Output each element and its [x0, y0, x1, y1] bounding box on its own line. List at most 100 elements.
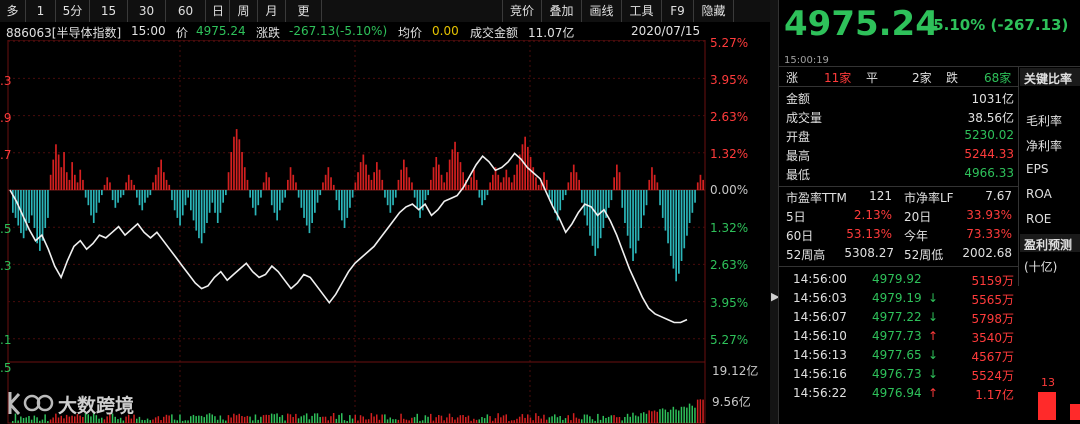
change-bar	[664, 190, 667, 231]
tick-price: 4979.19	[872, 291, 922, 305]
change-bar	[535, 177, 537, 190]
volume-bar	[144, 420, 146, 423]
change-bar	[518, 154, 521, 190]
volume-bar	[613, 415, 615, 423]
key-ratio-item[interactable]: ROE	[1026, 212, 1051, 226]
toolbar-item-7[interactable]: 周	[230, 0, 258, 22]
volume-bar	[257, 419, 259, 423]
tick-time: 14:56:10	[793, 329, 847, 343]
toolbar-item-0[interactable]: 多日	[0, 0, 26, 40]
toolbar-item-9[interactable]: 更多	[286, 0, 322, 40]
volume-bar	[626, 413, 629, 423]
change-bar	[160, 159, 162, 190]
ytd-label: 今年	[904, 229, 929, 243]
change-bar	[562, 190, 564, 201]
tick-time: 14:56:13	[793, 348, 847, 362]
toolbar-right-item-1[interactable]: 叠加	[542, 0, 582, 22]
change-bar	[497, 174, 500, 190]
change-bar	[354, 182, 357, 190]
volume-bar	[292, 417, 294, 423]
toolbar-item-8[interactable]: 月	[258, 0, 286, 22]
volume-bar	[198, 415, 200, 423]
tick-time: 14:56:07	[793, 310, 847, 324]
change-bar	[214, 190, 216, 213]
left-axis-tick: .3	[0, 74, 12, 88]
toolbar-item-2[interactable]: 5分	[56, 0, 90, 22]
volume-bar	[699, 399, 702, 423]
change-bar	[292, 174, 295, 190]
tick-volume: 3540万	[971, 331, 1014, 345]
intraday-chart[interactable]	[0, 40, 770, 424]
toolbar-right-item-4[interactable]: F9	[662, 0, 694, 22]
volume-bar	[446, 417, 448, 423]
change-bar	[30, 190, 33, 216]
change-bar	[486, 190, 489, 196]
tick-time: 14:56:03	[793, 291, 847, 305]
volume-bar	[335, 418, 338, 423]
key-ratio-item[interactable]: 净利率	[1026, 137, 1062, 154]
down-label: 跌	[946, 71, 959, 85]
change-bar	[319, 190, 322, 196]
change-bar	[149, 190, 152, 196]
toolbar-item-5[interactable]: 60分	[166, 0, 206, 40]
toolbar-item-1[interactable]: 1分	[26, 0, 56, 40]
toolbar-item-4[interactable]: 30分	[128, 0, 166, 40]
change-bar	[637, 190, 640, 241]
volume-bar	[400, 413, 402, 423]
change-bar	[419, 190, 421, 218]
volume-bar	[227, 415, 230, 423]
forecast-title: 盈利预测	[1024, 238, 1073, 252]
volume-bar	[680, 406, 683, 423]
pe-label: 市盈率TTM	[786, 191, 847, 205]
change-bar	[702, 179, 704, 190]
volume-bar	[222, 419, 224, 423]
change-bar	[381, 179, 384, 190]
volume-bar	[467, 415, 470, 423]
change-bar	[432, 167, 435, 190]
toolbar-right-item-0[interactable]: 竞价	[502, 0, 542, 22]
change-bar	[122, 190, 125, 196]
key-ratio-item[interactable]: EPS	[1026, 162, 1048, 176]
volume-bar	[462, 415, 464, 423]
tick-price: 4977.65	[872, 348, 922, 362]
change-bar	[640, 190, 642, 228]
panel-collapse-handle[interactable]: ▶	[770, 0, 779, 424]
key-ratio-item[interactable]: ROA	[1026, 187, 1052, 201]
stat-value: 5230.02	[964, 128, 1014, 142]
volume-bar	[559, 416, 561, 423]
volume-bar	[430, 413, 432, 423]
toolbar-right-item-5[interactable]: 隐藏	[694, 0, 734, 22]
change-bar	[316, 190, 319, 203]
toolbar-right-item-2[interactable]: 画线	[582, 0, 622, 22]
volume-bar	[659, 409, 661, 423]
change-bar	[136, 190, 138, 198]
toolbar-item-3[interactable]: 15分	[90, 0, 128, 40]
right-axis-pct-tick: 3.95%	[710, 296, 749, 310]
watermark-logo-icon	[8, 392, 54, 416]
change-bar	[435, 157, 438, 190]
change-bar	[327, 167, 330, 190]
volume-bar	[599, 419, 602, 423]
change-bar	[190, 190, 192, 211]
change-bars	[12, 129, 704, 282]
change-bar	[400, 169, 402, 190]
forecast-bar-2	[1070, 404, 1080, 420]
change-bar	[332, 184, 335, 190]
volume-bar	[570, 420, 572, 423]
change-bar	[233, 136, 235, 190]
toolbar-item-6[interactable]: 日	[206, 0, 230, 22]
volume-bar	[607, 416, 610, 423]
toolbar-right-item-3[interactable]: 工具	[622, 0, 662, 22]
volume-bar	[216, 419, 219, 423]
up-count: 11家	[824, 71, 852, 85]
change-bar	[335, 190, 338, 201]
volume-bar	[435, 417, 437, 423]
volume-bar	[621, 420, 623, 423]
volume-bar	[203, 417, 205, 423]
change-bar	[502, 177, 505, 190]
key-ratio-item[interactable]: 毛利率	[1026, 112, 1062, 129]
change-bar	[456, 152, 459, 190]
volume-bar	[163, 416, 165, 423]
change-bar	[626, 190, 629, 236]
volume-bar	[634, 415, 637, 423]
